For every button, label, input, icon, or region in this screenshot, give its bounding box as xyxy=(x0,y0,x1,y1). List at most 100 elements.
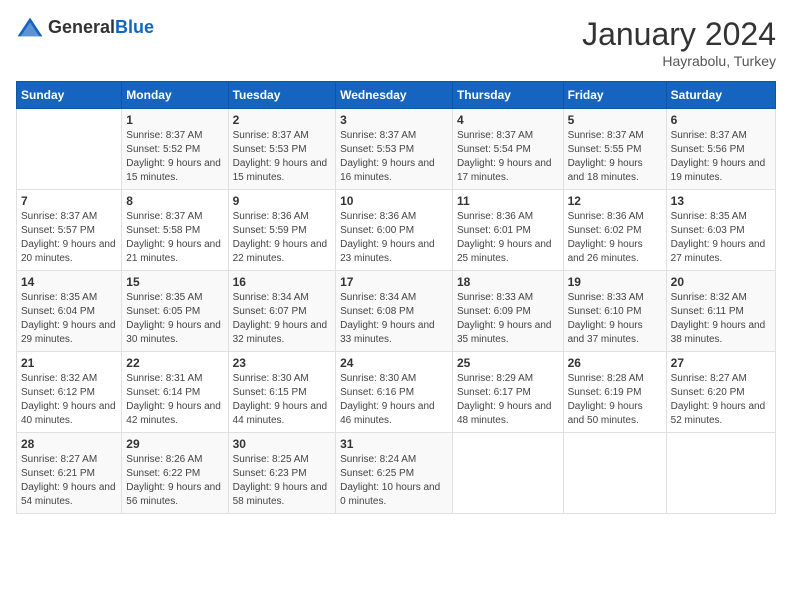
day-cell xyxy=(452,433,563,514)
day-number: 13 xyxy=(671,194,771,208)
day-info: Sunrise: 8:32 AMSunset: 6:12 PMDaylight:… xyxy=(21,372,117,428)
day-cell: 2 Sunrise: 8:37 AMSunset: 5:53 PMDaylight… xyxy=(228,109,336,190)
day-cell: 25 Sunrise: 8:29 AMSunset: 6:17 PMDayligh… xyxy=(452,352,563,433)
day-info: Sunrise: 8:35 AMSunset: 6:05 PMDaylight:… xyxy=(126,291,223,347)
day-info: Sunrise: 8:36 AMSunset: 6:02 PMDaylight:… xyxy=(568,210,662,266)
week-row-5: 28Sunrise: 8:27 AMSunset: 6:21 PMDayligh… xyxy=(17,433,776,514)
day-number: 16 xyxy=(233,275,332,289)
day-cell: 13Sunrise: 8:35 AMSunset: 6:03 PMDayligh… xyxy=(666,190,775,271)
day-cell xyxy=(563,433,666,514)
day-number: 27 xyxy=(671,356,771,370)
day-cell: 18 Sunrise: 8:33 AMSunset: 6:09 PMDayligh… xyxy=(452,271,563,352)
day-cell: 21 Sunrise: 8:32 AMSunset: 6:12 PMDayligh… xyxy=(17,352,122,433)
day-cell: 27Sunrise: 8:27 AMSunset: 6:20 PMDayligh… xyxy=(666,352,775,433)
day-cell: 7 Sunrise: 8:37 AMSunset: 5:57 PMDaylight… xyxy=(17,190,122,271)
day-number: 22 xyxy=(126,356,223,370)
day-number: 4 xyxy=(457,113,559,127)
day-info: Sunrise: 8:35 AMSunset: 6:04 PMDaylight:… xyxy=(21,291,117,347)
day-cell: 24 Sunrise: 8:30 AMSunset: 6:16 PMDayligh… xyxy=(336,352,453,433)
month-title: January 2024 xyxy=(582,16,776,53)
day-info: Sunrise: 8:37 AMSunset: 5:53 PMDaylight:… xyxy=(233,129,332,185)
weekday-header-monday: Monday xyxy=(122,82,228,109)
day-number: 9 xyxy=(233,194,332,208)
day-number: 18 xyxy=(457,275,559,289)
day-cell: 16 Sunrise: 8:34 AMSunset: 6:07 PMDayligh… xyxy=(228,271,336,352)
day-number: 1 xyxy=(126,113,223,127)
day-cell: 11 Sunrise: 8:36 AMSunset: 6:01 PMDayligh… xyxy=(452,190,563,271)
weekday-header-wednesday: Wednesday xyxy=(336,82,453,109)
day-number: 31 xyxy=(340,437,448,451)
day-info: Sunrise: 8:37 AMSunset: 5:58 PMDaylight:… xyxy=(126,210,223,266)
day-info: Sunrise: 8:37 AMSunset: 5:56 PMDaylight:… xyxy=(671,129,771,185)
weekday-header-thursday: Thursday xyxy=(452,82,563,109)
day-info: Sunrise: 8:37 AMSunset: 5:52 PMDaylight:… xyxy=(126,129,223,185)
day-info: Sunrise: 8:30 AMSunset: 6:16 PMDaylight:… xyxy=(340,372,448,428)
day-cell: 17 Sunrise: 8:34 AMSunset: 6:08 PMDayligh… xyxy=(336,271,453,352)
day-info: Sunrise: 8:34 AMSunset: 6:07 PMDaylight:… xyxy=(233,291,332,347)
day-cell: 10 Sunrise: 8:36 AMSunset: 6:00 PMDayligh… xyxy=(336,190,453,271)
logo-text: GeneralBlue xyxy=(48,17,154,38)
day-number: 5 xyxy=(568,113,662,127)
weekday-header-saturday: Saturday xyxy=(666,82,775,109)
logo-general: General xyxy=(48,17,115,37)
day-info: Sunrise: 8:28 AMSunset: 6:19 PMDaylight:… xyxy=(568,372,662,428)
day-info: Sunrise: 8:26 AMSunset: 6:22 PMDaylight:… xyxy=(126,453,223,509)
logo-icon xyxy=(16,16,44,38)
weekday-header-sunday: Sunday xyxy=(17,82,122,109)
calendar-table: SundayMondayTuesdayWednesdayThursdayFrid… xyxy=(16,81,776,514)
day-info: Sunrise: 8:29 AMSunset: 6:17 PMDaylight:… xyxy=(457,372,559,428)
title-section: January 2024 Hayrabolu, Turkey xyxy=(582,16,776,69)
location-title: Hayrabolu, Turkey xyxy=(582,53,776,69)
day-cell: 5 Sunrise: 8:37 AMSunset: 5:55 PMDaylight… xyxy=(563,109,666,190)
day-number: 30 xyxy=(233,437,332,451)
day-number: 26 xyxy=(568,356,662,370)
day-info: Sunrise: 8:33 AMSunset: 6:09 PMDaylight:… xyxy=(457,291,559,347)
day-cell: 12Sunrise: 8:36 AMSunset: 6:02 PMDayligh… xyxy=(563,190,666,271)
day-number: 24 xyxy=(340,356,448,370)
day-cell xyxy=(17,109,122,190)
day-cell: 9 Sunrise: 8:36 AMSunset: 5:59 PMDaylight… xyxy=(228,190,336,271)
week-row-3: 14 Sunrise: 8:35 AMSunset: 6:04 PMDayligh… xyxy=(17,271,776,352)
day-number: 25 xyxy=(457,356,559,370)
day-info: Sunrise: 8:37 AMSunset: 5:55 PMDaylight:… xyxy=(568,129,662,185)
day-number: 10 xyxy=(340,194,448,208)
day-number: 17 xyxy=(340,275,448,289)
day-cell: 1 Sunrise: 8:37 AMSunset: 5:52 PMDaylight… xyxy=(122,109,228,190)
day-info: Sunrise: 8:34 AMSunset: 6:08 PMDaylight:… xyxy=(340,291,448,347)
day-cell: 8Sunrise: 8:37 AMSunset: 5:58 PMDaylight… xyxy=(122,190,228,271)
day-info: Sunrise: 8:31 AMSunset: 6:14 PMDaylight:… xyxy=(126,372,223,428)
day-number: 3 xyxy=(340,113,448,127)
day-info: Sunrise: 8:25 AMSunset: 6:23 PMDaylight:… xyxy=(233,453,332,509)
day-cell: 6 Sunrise: 8:37 AMSunset: 5:56 PMDaylight… xyxy=(666,109,775,190)
day-number: 29 xyxy=(126,437,223,451)
day-number: 14 xyxy=(21,275,117,289)
day-cell: 4 Sunrise: 8:37 AMSunset: 5:54 PMDaylight… xyxy=(452,109,563,190)
day-number: 2 xyxy=(233,113,332,127)
header: GeneralBlue January 2024 Hayrabolu, Turk… xyxy=(16,16,776,69)
day-cell xyxy=(666,433,775,514)
day-cell: 26 Sunrise: 8:28 AMSunset: 6:19 PMDayligh… xyxy=(563,352,666,433)
day-cell: 28Sunrise: 8:27 AMSunset: 6:21 PMDayligh… xyxy=(17,433,122,514)
day-number: 15 xyxy=(126,275,223,289)
day-info: Sunrise: 8:37 AMSunset: 5:57 PMDaylight:… xyxy=(21,210,117,266)
logo-blue: Blue xyxy=(115,17,154,37)
day-info: Sunrise: 8:36 AMSunset: 6:01 PMDaylight:… xyxy=(457,210,559,266)
day-info: Sunrise: 8:33 AMSunset: 6:10 PMDaylight:… xyxy=(568,291,662,347)
day-info: Sunrise: 8:37 AMSunset: 5:53 PMDaylight:… xyxy=(340,129,448,185)
day-number: 28 xyxy=(21,437,117,451)
day-cell: 31Sunrise: 8:24 AMSunset: 6:25 PMDayligh… xyxy=(336,433,453,514)
day-number: 6 xyxy=(671,113,771,127)
day-number: 23 xyxy=(233,356,332,370)
day-info: Sunrise: 8:36 AMSunset: 5:59 PMDaylight:… xyxy=(233,210,332,266)
logo: GeneralBlue xyxy=(16,16,154,38)
day-number: 21 xyxy=(21,356,117,370)
day-info: Sunrise: 8:36 AMSunset: 6:00 PMDaylight:… xyxy=(340,210,448,266)
day-cell: 14 Sunrise: 8:35 AMSunset: 6:04 PMDayligh… xyxy=(17,271,122,352)
day-info: Sunrise: 8:37 AMSunset: 5:54 PMDaylight:… xyxy=(457,129,559,185)
week-row-1: 1 Sunrise: 8:37 AMSunset: 5:52 PMDaylight… xyxy=(17,109,776,190)
day-info: Sunrise: 8:30 AMSunset: 6:15 PMDaylight:… xyxy=(233,372,332,428)
day-number: 11 xyxy=(457,194,559,208)
day-cell: 22 Sunrise: 8:31 AMSunset: 6:14 PMDayligh… xyxy=(122,352,228,433)
day-cell: 29 Sunrise: 8:26 AMSunset: 6:22 PMDayligh… xyxy=(122,433,228,514)
day-number: 7 xyxy=(21,194,117,208)
